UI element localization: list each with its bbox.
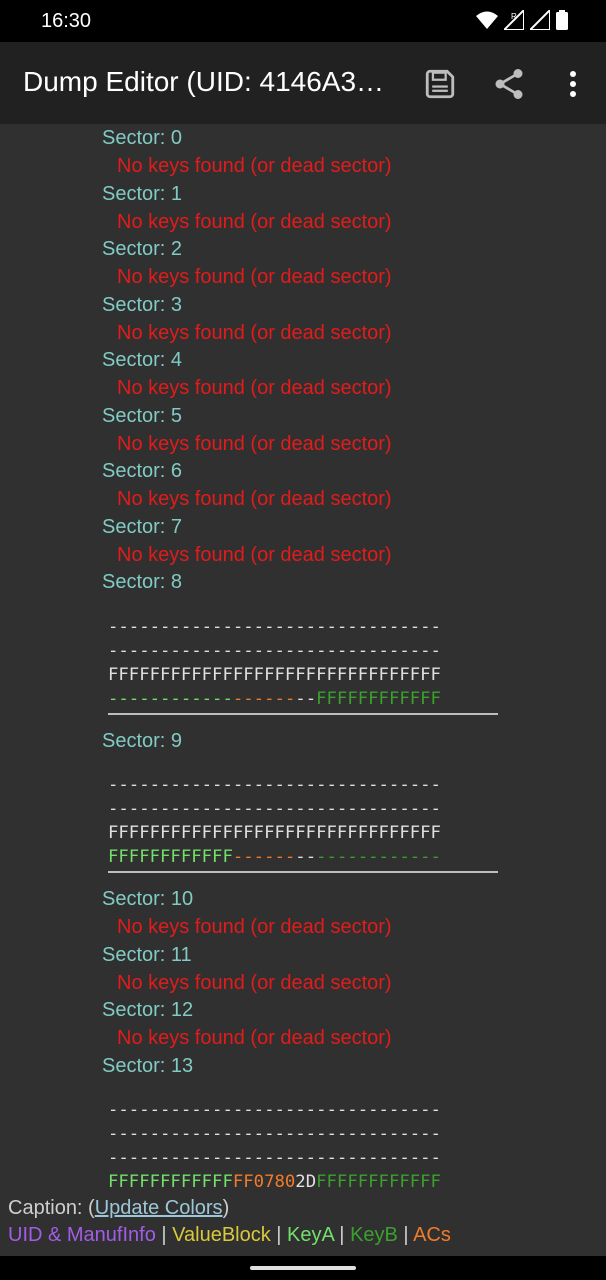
no-keys-message: No keys found (or dead sector)	[117, 377, 392, 399]
navigation-bar	[0, 1256, 606, 1280]
update-colors-link[interactable]: Update Colors	[95, 1197, 223, 1219]
no-keys-message: No keys found (or dead sector)	[117, 972, 392, 994]
app-title: Dump Editor (UID: 4146A3…	[23, 66, 385, 97]
no-keys-message: No keys found (or dead sector)	[117, 488, 392, 510]
sector-label: Sector: 4	[102, 349, 183, 371]
key-a-value: FFFFFFFFFFFF	[108, 847, 233, 867]
caption-suffix: )	[222, 1197, 230, 1219]
save-button[interactable]	[420, 64, 460, 104]
sector-label: Sector: 2	[102, 238, 183, 260]
legend-key-a: KeyA	[287, 1224, 334, 1246]
more-vert-icon	[570, 71, 576, 97]
status-time: 16:30	[41, 10, 92, 32]
share-button[interactable]	[489, 64, 529, 104]
sector-label: Sector: 13	[102, 1055, 194, 1077]
block-row[interactable]: FFFFFFFFFFFFFFFFFFFFFFFFFFFFFFFF	[108, 663, 441, 687]
key-b-value: FFFFFFFFFFFF	[316, 1172, 441, 1192]
block-row[interactable]: --------------------------------	[108, 1098, 441, 1122]
sector-divider	[108, 871, 498, 873]
home-gesture-handle[interactable]	[250, 1266, 356, 1270]
no-keys-message: No keys found (or dead sector)	[117, 266, 392, 288]
sector-label: Sector: 11	[102, 944, 192, 966]
share-icon	[495, 69, 523, 99]
gpb-value: 2D	[295, 1172, 317, 1192]
access-conditions-value: ------	[232, 847, 296, 867]
key-a-value: ------------	[108, 689, 233, 709]
dump-content[interactable]: Sector: 0 No keys found (or dead sector)…	[0, 124, 606, 1194]
sector-label: Sector: 12	[102, 999, 194, 1021]
access-conditions-value: ------	[232, 689, 296, 709]
legend-key-b: KeyB	[350, 1224, 398, 1246]
sector-trailer-row[interactable]: FFFFFFFFFFFFFF07802DFFFFFFFFFFFF	[108, 1170, 441, 1194]
key-b-value: FFFFFFFFFFFF	[316, 689, 441, 709]
block-row[interactable]: --------------------------------	[108, 773, 441, 797]
sector-label: Sector: 10	[102, 888, 194, 910]
sector-label: Sector: 0	[102, 127, 183, 149]
status-icons: R	[476, 10, 568, 30]
no-keys-message: No keys found (or dead sector)	[117, 1027, 392, 1049]
legend-uid: UID & ManufInfo	[8, 1224, 156, 1246]
battery-icon	[556, 10, 568, 30]
gpb-value: --	[295, 689, 317, 709]
block-row[interactable]: --------------------------------	[108, 797, 441, 821]
key-b-value: ------------	[316, 847, 441, 867]
key-a-value: FFFFFFFFFFFF	[108, 1172, 233, 1192]
sector-label: Sector: 8	[102, 571, 183, 593]
app-bar: Dump Editor (UID: 4146A3…	[0, 42, 606, 124]
sector-label: Sector: 5	[102, 405, 183, 427]
no-keys-message: No keys found (or dead sector)	[117, 211, 392, 233]
block-row[interactable]: --------------------------------	[108, 1146, 441, 1170]
gpb-value: --	[295, 847, 317, 867]
status-bar: 16:30 R	[0, 0, 606, 42]
sector-label: Sector: 6	[102, 460, 183, 482]
legend-separator: |	[155, 1224, 173, 1246]
wifi-icon	[476, 11, 498, 29]
block-row[interactable]: --------------------------------	[108, 1122, 441, 1146]
sector-trailer-row[interactable]: FFFFFFFFFFFF--------------------	[108, 845, 441, 869]
access-conditions-value: FF0780	[232, 1172, 296, 1192]
sector-trailer-row[interactable]: --------------------FFFFFFFFFFFF	[108, 687, 441, 711]
sector-label: Sector: 9	[102, 730, 183, 752]
signal-roaming-icon: R	[504, 10, 524, 30]
block-row[interactable]: FFFFFFFFFFFFFFFFFFFFFFFFFFFFFFFF	[108, 821, 441, 845]
no-keys-message: No keys found (or dead sector)	[117, 544, 392, 566]
sector-label: Sector: 7	[102, 516, 183, 538]
color-legend: UID & ManufInfo | ValueBlock | KeyA | Ke…	[8, 1224, 451, 1247]
legend-acs: ACs	[413, 1224, 451, 1246]
legend-value-block: ValueBlock	[172, 1224, 271, 1246]
sector-divider	[108, 713, 498, 715]
legend-separator: |	[333, 1224, 351, 1246]
caption-line: Caption: (Update Colors)	[8, 1197, 229, 1220]
block-row[interactable]: --------------------------------	[108, 615, 441, 639]
no-keys-message: No keys found (or dead sector)	[117, 433, 392, 455]
caption-panel: Caption: (Update Colors) UID & ManufInfo…	[0, 1194, 606, 1256]
caption-prefix: Caption: (	[8, 1197, 95, 1219]
svg-text:R: R	[511, 12, 517, 21]
no-keys-message: No keys found (or dead sector)	[117, 322, 392, 344]
sector-label: Sector: 3	[102, 294, 183, 316]
save-icon	[425, 69, 455, 99]
no-keys-message: No keys found (or dead sector)	[117, 916, 392, 938]
legend-separator: |	[270, 1224, 288, 1246]
block-row[interactable]: --------------------------------	[108, 639, 441, 663]
more-options-button[interactable]	[553, 64, 593, 104]
no-keys-message: No keys found (or dead sector)	[117, 155, 392, 177]
sector-label: Sector: 1	[102, 183, 183, 205]
signal-icon	[530, 10, 550, 30]
legend-separator: |	[397, 1224, 414, 1246]
